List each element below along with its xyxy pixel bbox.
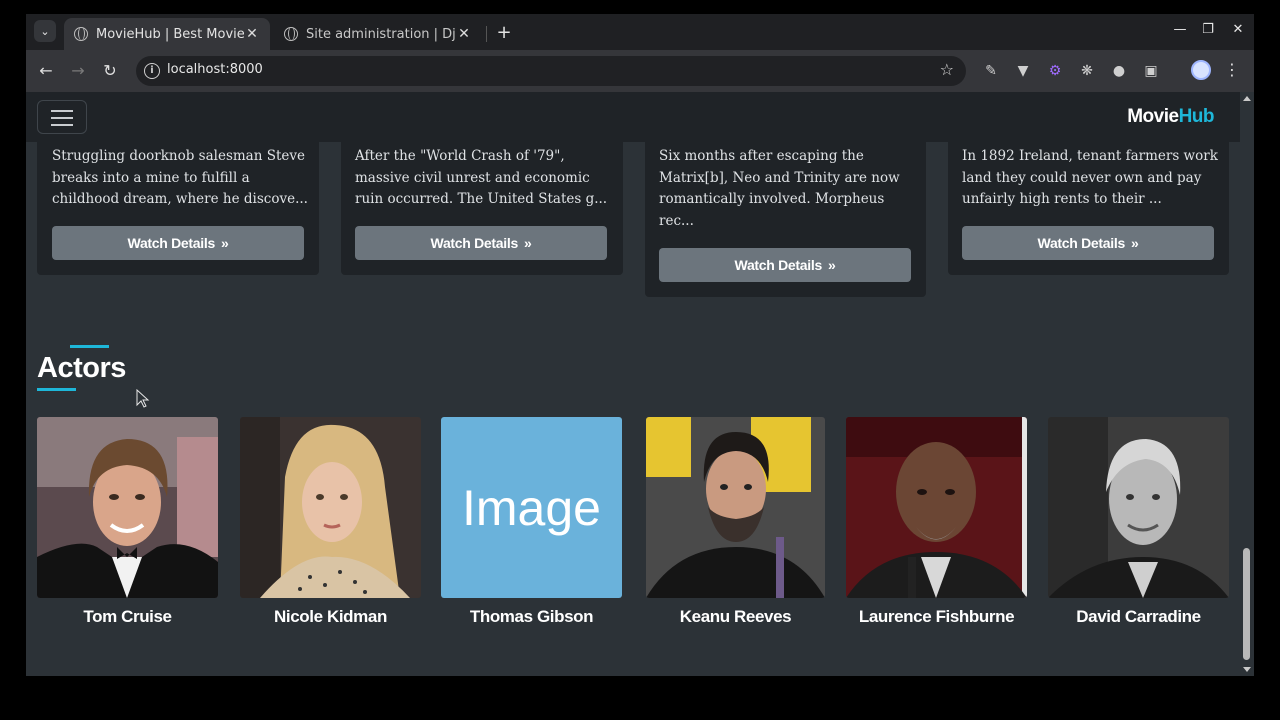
react-extension-icon[interactable]: ❋ [1076,60,1098,82]
movie-description: In 1892 Ireland, tenant farmers work lan… [962,148,1218,208]
close-tab-icon[interactable]: ✕ [456,26,472,42]
tab-site-administration[interactable]: Site administration | Djar ✕ [274,18,482,50]
tab-title: MovieHub | Best Movie R [96,26,244,42]
watch-details-button[interactable]: Watch Details» [52,226,304,260]
close-window-icon[interactable]: ✕ [1224,22,1252,37]
actor-name[interactable]: Laurence Fishburne [846,607,1027,627]
site-info-icon[interactable]: i [144,63,160,79]
gear-extension-icon[interactable]: ⚙ [1044,60,1066,82]
actor-card[interactable]: David Carradine [1048,417,1229,627]
watch-details-button[interactable]: Watch Details» [659,248,911,282]
back-icon[interactable]: ← [35,60,57,82]
actor-name[interactable]: Tom Cruise [37,607,218,627]
scrollbar-thumb[interactable] [1243,548,1250,660]
image-placeholder[interactable]: Image [441,417,622,598]
tab-title: Site administration | Djar [306,26,456,42]
close-tab-icon[interactable]: ✕ [244,26,260,42]
url-text: localhost:8000 [167,62,263,77]
profile-avatar[interactable] [1191,60,1211,80]
forward-icon[interactable]: → [67,60,89,82]
browser-tab-strip: ⌄ MovieHub | Best Movie R ✕ Site adminis… [26,14,1254,50]
globe-icon [74,27,88,41]
tab-search-button[interactable]: ⌄ [34,20,56,42]
tab-separator [486,26,487,42]
actor-card[interactable]: Laurence Fishburne [846,417,1027,627]
mouse-cursor-icon [136,389,150,408]
section-title-underline [37,388,76,391]
double-chevron-right-icon: » [827,257,836,273]
actor-card[interactable]: Image Thomas Gibson [441,417,622,627]
hamburger-menu-button[interactable] [37,100,87,134]
section-title-accent [70,345,109,348]
bookmark-star-icon[interactable]: ☆ [940,60,954,79]
browser-menu-icon[interactable]: ⋮ [1224,60,1240,79]
movie-description: Six months after escaping the Matrix[b],… [659,148,900,229]
watch-details-button[interactable]: Watch Details» [962,226,1214,260]
actor-photo[interactable] [37,417,218,598]
new-tab-button[interactable]: + [492,22,516,44]
page-scrollbar[interactable] [1240,92,1254,676]
actor-photo[interactable] [846,417,1027,598]
movie-description: After the "World Crash of '79", massive … [355,148,608,208]
vue-extension-icon[interactable]: ▼ [1012,60,1034,82]
reload-icon[interactable]: ↻ [99,60,121,82]
actor-card[interactable]: Nicole Kidman [240,417,421,627]
movie-description: Struggling doorknob salesman Steve break… [52,148,308,208]
address-bar[interactable]: i localhost:8000 ☆ [136,56,966,86]
double-chevron-right-icon: » [523,235,532,251]
double-chevron-right-icon: » [1130,235,1139,251]
globe-icon [284,27,298,41]
scroll-up-icon[interactable] [1243,96,1251,101]
restore-icon[interactable]: ❐ [1194,22,1222,37]
actor-photo[interactable] [646,417,825,598]
double-chevron-right-icon: » [220,235,229,251]
browser-toolbar: ← → ↻ i localhost:8000 ☆ ✎ ▼ ⚙ ❋ ● ▣ ⋮ [26,50,1254,92]
actor-photo[interactable] [240,417,421,598]
extensions-puzzle-icon[interactable]: ▣ [1140,60,1162,82]
actor-name[interactable]: David Carradine [1048,607,1229,627]
actor-name[interactable]: Nicole Kidman [240,607,421,627]
actors-section-title: Actors [37,352,126,384]
actor-name[interactable]: Thomas Gibson [441,607,622,627]
actor-card[interactable]: Keanu Reeves [646,417,825,627]
tab-moviehub[interactable]: MovieHub | Best Movie R ✕ [64,18,270,50]
camera-extension-icon[interactable]: ● [1108,60,1130,82]
site-brand-logo[interactable]: MovieHub [1127,106,1214,128]
minimize-icon[interactable]: — [1166,22,1194,37]
actor-name[interactable]: Keanu Reeves [646,607,825,627]
watch-details-button[interactable]: Watch Details» [355,226,607,260]
scroll-down-icon[interactable] [1243,667,1251,672]
page-viewport: MovieHub Struggling doorknob salesman St… [26,92,1254,676]
actor-photo[interactable] [1048,417,1229,598]
eyedropper-extension-icon[interactable]: ✎ [980,60,1002,82]
actor-card[interactable]: Tom Cruise [37,417,218,627]
site-navbar: MovieHub [26,92,1240,142]
